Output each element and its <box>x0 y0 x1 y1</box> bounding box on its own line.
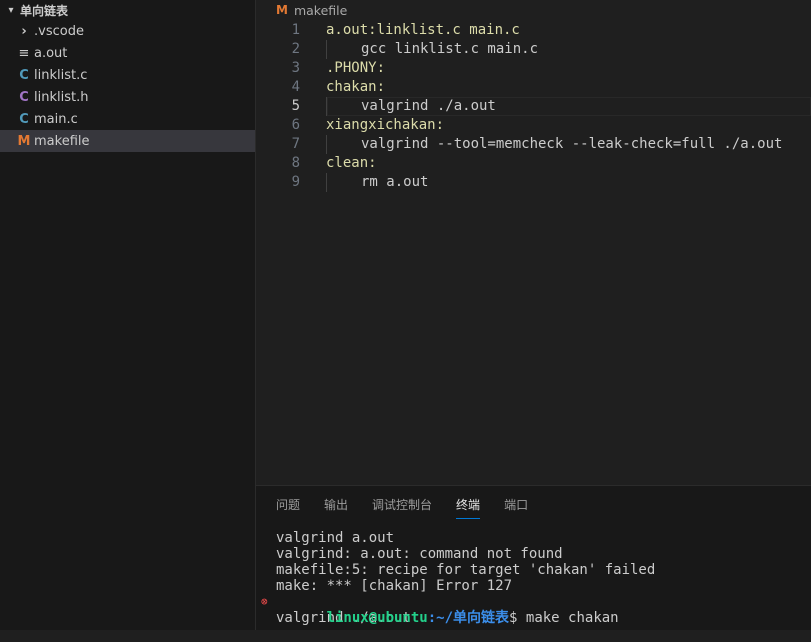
editor[interactable]: M makefile 1 a.out:linklist.c main.c 2 g… <box>256 0 811 485</box>
line-text[interactable]: .PHONY: <box>326 59 811 78</box>
terminal-line: make: *** [chakan] Error 127 <box>276 578 513 594</box>
code-line[interactable]: 8 clean: <box>256 154 811 173</box>
c-file-icon: C <box>19 111 29 127</box>
file-name: linklist.h <box>34 89 89 105</box>
tree-item-makefile[interactable]: M makefile <box>0 130 255 152</box>
tree-item-linklist-c[interactable]: C linklist.c <box>0 64 255 86</box>
line-text[interactable]: clean: <box>326 154 811 173</box>
prompt-command: $ make chakan <box>509 610 619 626</box>
terminal[interactable]: valgrind a.out valgrind: a.out: command … <box>261 530 811 626</box>
code-line[interactable]: 2 gcc linklist.c main.c <box>256 40 811 59</box>
tree-item-vscode[interactable]: › .vscode <box>0 20 255 42</box>
c-header-file-icon: C <box>19 89 29 105</box>
terminal-line: makefile:5: recipe for target 'chakan' f… <box>276 562 656 578</box>
chevron-right-icon: › <box>21 23 27 39</box>
panel-tabs: 问题 输出 调试控制台 终端 端口 <box>256 486 811 520</box>
terminal-prompt-line: ⊗ linux@ubuntu:~/单向链表$ make chakan <box>261 594 811 626</box>
file-name: makefile <box>34 133 90 149</box>
line-text[interactable]: rm a.out <box>326 173 811 192</box>
code-line[interactable]: 9 rm a.out <box>256 173 811 192</box>
code-line[interactable]: 4 chakan: <box>256 78 811 97</box>
tab-problems[interactable]: 问题 <box>276 490 300 517</box>
makefile-icon: M <box>17 133 31 149</box>
breadcrumb[interactable]: M makefile <box>256 0 811 20</box>
tree-item-main-c[interactable]: C main.c <box>0 108 255 130</box>
file-name: main.c <box>34 111 78 127</box>
folder-header[interactable]: ▾ 单向链表 <box>0 0 255 20</box>
code-line-active[interactable]: 5 valgrind ./a.out <box>256 97 811 116</box>
tab-output[interactable]: 输出 <box>324 490 348 517</box>
c-file-icon: C <box>19 67 29 83</box>
terminal-line: valgrind a.out <box>276 530 395 546</box>
code-line[interactable]: 7 valgrind --tool=memcheck --leak-check=… <box>256 135 811 154</box>
line-number: 5 <box>291 98 300 114</box>
line-number: 4 <box>291 79 300 95</box>
line-number: 3 <box>291 60 300 76</box>
line-text[interactable]: xiangxichakan: <box>326 116 811 135</box>
file-name: a.out <box>34 45 68 61</box>
line-number: 7 <box>291 136 300 152</box>
error-status-icon[interactable]: ⊗ <box>261 594 268 610</box>
terminal-line: valgrind: a.out: command not found <box>276 546 563 562</box>
line-number: 2 <box>291 41 300 57</box>
chevron-down-icon: ▾ <box>8 4 14 16</box>
text-file-icon: ≡ <box>18 45 30 61</box>
folder-name: 单向链表 <box>20 3 69 18</box>
line-number: 9 <box>291 174 300 190</box>
code-area[interactable]: 1 a.out:linklist.c main.c 2 gcc linklist… <box>256 21 811 192</box>
code-line[interactable]: 1 a.out:linklist.c main.c <box>256 21 811 40</box>
line-number: 8 <box>291 155 300 171</box>
file-tree: › .vscode ≡ a.out C linklist.c C linklis… <box>0 20 255 152</box>
breadcrumb-file[interactable]: makefile <box>294 3 347 18</box>
prompt-user: linux@ubuntu <box>326 610 428 626</box>
line-text[interactable]: chakan: <box>326 78 811 97</box>
line-text[interactable]: a.out:linklist.c main.c <box>326 21 811 40</box>
bottom-panel: 问题 输出 调试控制台 终端 端口 valgrind a.out valgrin… <box>256 485 811 630</box>
line-text[interactable]: gcc linklist.c main.c <box>326 40 811 59</box>
explorer-sidebar: ▾ 单向链表 › .vscode ≡ a.out C linklist.c C … <box>0 0 256 630</box>
file-name: .vscode <box>34 23 84 39</box>
file-name: linklist.c <box>34 67 88 83</box>
prompt-path: :~/单向链表 <box>427 610 510 626</box>
line-text[interactable]: valgrind --tool=memcheck --leak-check=fu… <box>326 135 811 154</box>
line-text[interactable]: valgrind ./a.out <box>326 97 811 116</box>
tree-item-a-out[interactable]: ≡ a.out <box>0 42 255 64</box>
tree-item-linklist-h[interactable]: C linklist.h <box>0 86 255 108</box>
code-line[interactable]: 3 .PHONY: <box>256 59 811 78</box>
line-number: 1 <box>291 22 300 38</box>
makefile-icon: M <box>276 3 288 17</box>
code-line[interactable]: 6 xiangxichakan: <box>256 116 811 135</box>
tab-ports[interactable]: 端口 <box>504 490 528 517</box>
tab-debug-console[interactable]: 调试控制台 <box>372 490 432 517</box>
line-number: 6 <box>291 117 300 133</box>
tab-terminal[interactable]: 终端 <box>456 490 481 519</box>
